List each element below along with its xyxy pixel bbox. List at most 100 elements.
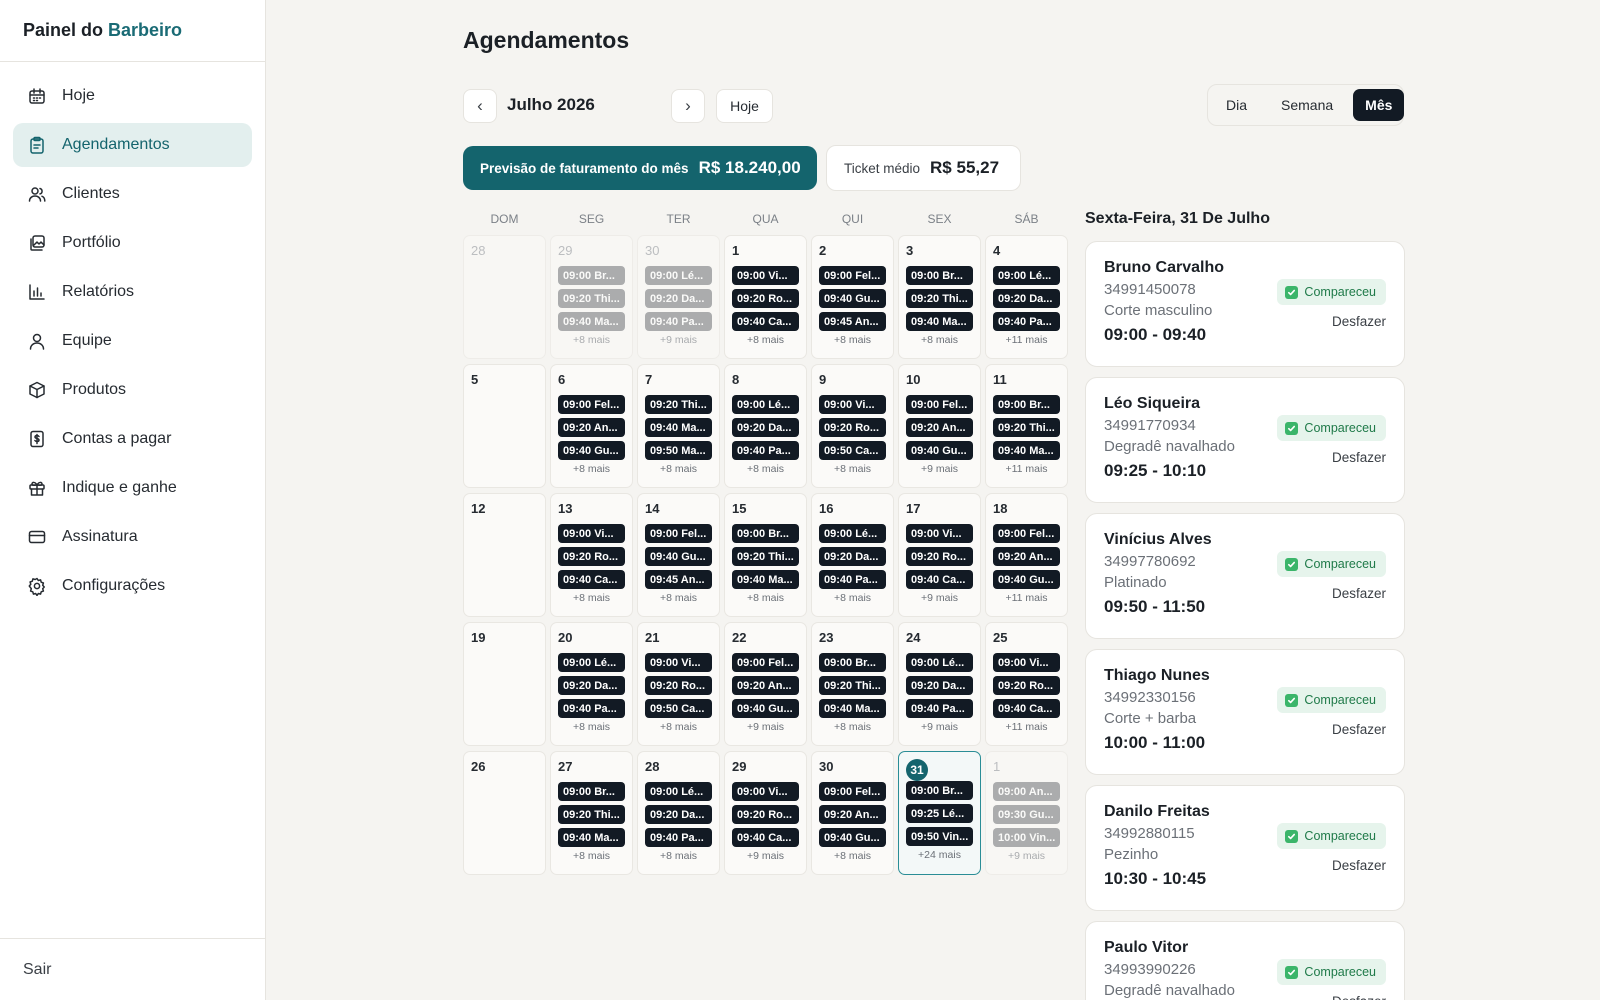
attendance-status-badge[interactable]: Compareceu bbox=[1277, 415, 1386, 441]
calendar-day[interactable]: 28 bbox=[463, 235, 546, 359]
sidebar-item-portfolio[interactable]: Portfólio bbox=[13, 221, 252, 265]
calendar-event[interactable]: 09:20 Da... bbox=[993, 289, 1060, 308]
calendar-event[interactable]: 09:40 Pa... bbox=[732, 441, 799, 460]
calendar-event[interactable]: 09:00 Lé... bbox=[645, 782, 712, 801]
calendar-event[interactable]: 09:40 Ma... bbox=[906, 312, 973, 331]
calendar-event[interactable]: 09:40 Ca... bbox=[732, 312, 799, 331]
more-events-link[interactable]: +9 mais bbox=[906, 721, 973, 733]
calendar-day[interactable]: 15 09:00 Br... 09:20 Thi... 09:40 Ma... +8 m… bbox=[724, 493, 807, 617]
calendar-day[interactable]: 30 09:00 Lé... 09:20 Da... 09:40 Pa... +9 ma… bbox=[637, 235, 720, 359]
calendar-event[interactable]: 09:00 Fel... bbox=[732, 653, 799, 672]
sidebar-item-agendamentos[interactable]: Agendamentos bbox=[13, 123, 252, 167]
attendance-status-badge[interactable]: Compareceu bbox=[1277, 823, 1386, 849]
more-events-link[interactable]: +8 mais bbox=[906, 334, 973, 346]
calendar-day[interactable]: 17 09:00 Vi... 09:20 Ro... 09:40 Ca... +9 ma… bbox=[898, 493, 981, 617]
calendar-event[interactable]: 09:40 Ma... bbox=[558, 828, 625, 847]
calendar-event[interactable]: 09:40 Gu... bbox=[645, 547, 712, 566]
calendar-event[interactable]: 09:00 Vi... bbox=[819, 395, 886, 414]
calendar-event[interactable]: 09:20 Da... bbox=[645, 805, 712, 824]
calendar-event[interactable]: 09:20 Thi... bbox=[645, 395, 712, 414]
calendar-event[interactable]: 09:40 Pa... bbox=[993, 312, 1060, 331]
calendar-event[interactable]: 09:00 An... bbox=[993, 782, 1060, 801]
calendar-event[interactable]: 09:00 Br... bbox=[558, 782, 625, 801]
calendar-day[interactable]: 14 09:00 Fel... 09:40 Gu... 09:45 An... +8 m… bbox=[637, 493, 720, 617]
appointment-card[interactable]: Paulo Vitor 34993990226 Degradê navalhado C… bbox=[1085, 921, 1405, 1000]
calendar-event[interactable]: 09:40 Ma... bbox=[993, 441, 1060, 460]
calendar-event[interactable]: 09:20 Da... bbox=[819, 547, 886, 566]
calendar-event[interactable]: 09:20 Ro... bbox=[645, 676, 712, 695]
calendar-event[interactable]: 09:50 Ca... bbox=[819, 441, 886, 460]
undo-button[interactable]: Desfazer bbox=[1332, 722, 1386, 737]
more-events-link[interactable]: +9 mais bbox=[732, 850, 799, 862]
calendar-event[interactable]: 09:50 Vin... bbox=[906, 827, 973, 846]
calendar-event[interactable]: 09:40 Pa... bbox=[906, 699, 973, 718]
calendar-event[interactable]: 09:40 Ca... bbox=[906, 570, 973, 589]
more-events-link[interactable]: +9 mais bbox=[732, 721, 799, 733]
calendar-day[interactable]: 24 09:00 Lé... 09:20 Da... 09:40 Pa... +9 ma… bbox=[898, 622, 981, 746]
more-events-link[interactable]: +8 mais bbox=[558, 850, 625, 862]
calendar-event[interactable]: 09:40 Ma... bbox=[732, 570, 799, 589]
attendance-status-badge[interactable]: Compareceu bbox=[1277, 551, 1386, 577]
calendar-event[interactable]: 09:40 Pa... bbox=[645, 828, 712, 847]
calendar-event[interactable]: 09:20 Da... bbox=[906, 676, 973, 695]
calendar-event[interactable]: 09:00 Vi... bbox=[645, 653, 712, 672]
more-events-link[interactable]: +11 mais bbox=[993, 334, 1060, 346]
calendar-event[interactable]: 09:00 Vi... bbox=[993, 653, 1060, 672]
calendar-day[interactable]: 10 09:00 Fel... 09:20 An... 09:40 Gu... +9 m… bbox=[898, 364, 981, 488]
calendar-event[interactable]: 09:20 Da... bbox=[732, 418, 799, 437]
calendar-event[interactable]: 09:00 Fel... bbox=[645, 524, 712, 543]
calendar-event[interactable]: 09:00 Br... bbox=[732, 524, 799, 543]
calendar-event[interactable]: 09:20 Ro... bbox=[558, 547, 625, 566]
calendar-day[interactable]: 13 09:00 Vi... 09:20 Ro... 09:40 Ca... +8 ma… bbox=[550, 493, 633, 617]
more-events-link[interactable]: +8 mais bbox=[558, 721, 625, 733]
attendance-status-badge[interactable]: Compareceu bbox=[1277, 687, 1386, 713]
calendar-event[interactable]: 09:20 An... bbox=[993, 547, 1060, 566]
calendar-event[interactable]: 09:20 Ro... bbox=[732, 289, 799, 308]
calendar-event[interactable]: 09:40 Pa... bbox=[645, 312, 712, 331]
undo-button[interactable]: Desfazer bbox=[1332, 994, 1386, 1000]
calendar-event[interactable]: 09:20 An... bbox=[906, 418, 973, 437]
sidebar-item-clientes[interactable]: Clientes bbox=[13, 172, 252, 216]
logout-link[interactable]: Sair bbox=[0, 938, 265, 1000]
calendar-day[interactable]: 6 09:00 Fel... 09:20 An... 09:40 Gu... +8 ma… bbox=[550, 364, 633, 488]
more-events-link[interactable]: +11 mais bbox=[993, 463, 1060, 475]
more-events-link[interactable]: +8 mais bbox=[645, 592, 712, 604]
calendar-day[interactable]: 7 09:20 Thi... 09:40 Ma... 09:50 Ma... +8 ma… bbox=[637, 364, 720, 488]
calendar-day[interactable]: 23 09:00 Br... 09:20 Thi... 09:40 Ma... +8 m… bbox=[811, 622, 894, 746]
more-events-link[interactable]: +8 mais bbox=[819, 334, 886, 346]
calendar-event[interactable]: 09:20 An... bbox=[819, 805, 886, 824]
calendar-event[interactable]: 09:20 Ro... bbox=[732, 805, 799, 824]
calendar-event[interactable]: 09:20 Da... bbox=[645, 289, 712, 308]
next-month-button[interactable]: › bbox=[671, 89, 705, 123]
undo-button[interactable]: Desfazer bbox=[1332, 858, 1386, 873]
calendar-event[interactable]: 09:40 Ca... bbox=[558, 570, 625, 589]
calendar-event[interactable]: 09:40 Gu... bbox=[993, 570, 1060, 589]
calendar-day[interactable]: 16 09:00 Lé... 09:20 Da... 09:40 Pa... +8 ma… bbox=[811, 493, 894, 617]
calendar-day[interactable]: 25 09:00 Vi... 09:20 Ro... 09:40 Ca... +11 m… bbox=[985, 622, 1068, 746]
calendar-day[interactable]: 4 09:00 Lé... 09:20 Da... 09:40 Pa... +11 ma… bbox=[985, 235, 1068, 359]
calendar-event[interactable]: 09:00 Br... bbox=[993, 395, 1060, 414]
more-events-link[interactable]: +8 mais bbox=[819, 463, 886, 475]
calendar-event[interactable]: 09:40 Gu... bbox=[732, 699, 799, 718]
more-events-link[interactable]: +9 mais bbox=[645, 334, 712, 346]
calendar-event[interactable]: 09:00 Vi... bbox=[558, 524, 625, 543]
calendar-event[interactable]: 09:00 Br... bbox=[558, 266, 625, 285]
calendar-day[interactable]: 30 09:00 Fel... 09:20 An... 09:40 Gu... +8 m… bbox=[811, 751, 894, 875]
calendar-event[interactable]: 09:00 Fel... bbox=[906, 395, 973, 414]
calendar-event[interactable]: 09:40 Ca... bbox=[993, 699, 1060, 718]
calendar-day[interactable]: 21 09:00 Vi... 09:20 Ro... 09:50 Ca... +8 ma… bbox=[637, 622, 720, 746]
calendar-event[interactable]: 09:00 Lé... bbox=[645, 266, 712, 285]
calendar-event[interactable]: 09:45 An... bbox=[645, 570, 712, 589]
more-events-link[interactable]: +8 mais bbox=[645, 850, 712, 862]
calendar-day-today[interactable]: 31 09:00 Br... 09:25 Lé... 09:50 Vin... +24 … bbox=[898, 751, 981, 875]
calendar-event[interactable]: 09:50 Ca... bbox=[645, 699, 712, 718]
calendar-day[interactable]: 2 09:00 Fel... 09:40 Gu... 09:45 An... +8 ma… bbox=[811, 235, 894, 359]
calendar-event[interactable]: 09:00 Fel... bbox=[819, 782, 886, 801]
sidebar-item-relatorios[interactable]: Relatórios bbox=[13, 270, 252, 314]
calendar-event[interactable]: 09:40 Pa... bbox=[558, 699, 625, 718]
prev-month-button[interactable]: ‹ bbox=[463, 89, 497, 123]
sidebar-item-contas-a-pagar[interactable]: Contas a pagar bbox=[13, 417, 252, 461]
more-events-link[interactable]: +8 mais bbox=[819, 721, 886, 733]
calendar-event[interactable]: 09:50 Ma... bbox=[645, 441, 712, 460]
calendar-event[interactable]: 09:00 Fel... bbox=[819, 266, 886, 285]
